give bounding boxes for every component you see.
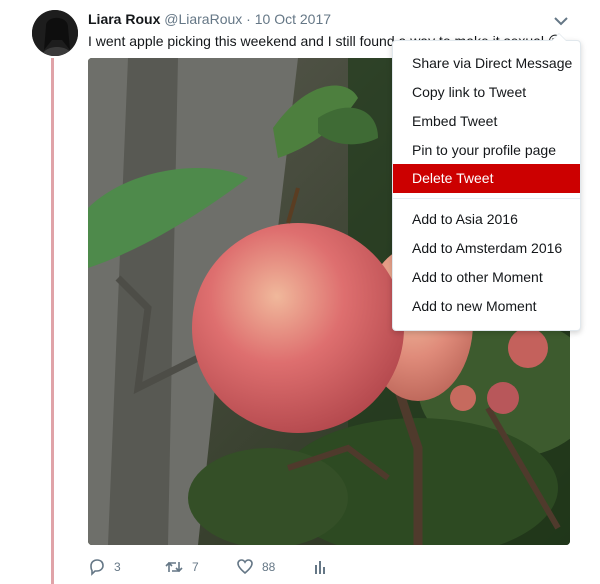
- menu-caret: [551, 33, 567, 41]
- menu-item-pin[interactable]: Pin to your profile page: [393, 136, 580, 165]
- tweet-actions-menu: Share via Direct Message Copy link to Tw…: [392, 33, 581, 331]
- tweet-header: Liara Roux @LiaraRoux · 10 Oct 2017: [88, 11, 331, 27]
- reply-button[interactable]: 3: [88, 558, 148, 576]
- tweet-actions: 3 7 88: [88, 556, 327, 578]
- retweet-icon: [164, 558, 184, 576]
- like-count: 88: [262, 560, 276, 574]
- reply-icon: [88, 558, 106, 576]
- thread-line: [51, 58, 54, 584]
- menu-item-share-dm[interactable]: Share via Direct Message: [393, 49, 580, 78]
- menu-divider: [393, 198, 580, 199]
- menu-item-add-new-moment[interactable]: Add to new Moment: [393, 292, 580, 321]
- analytics-button[interactable]: [313, 559, 327, 575]
- chevron-down-icon[interactable]: [552, 14, 570, 28]
- separator-dot: ·: [246, 11, 251, 27]
- menu-item-add-other-moment[interactable]: Add to other Moment: [393, 263, 580, 292]
- menu-item-delete[interactable]: Delete Tweet: [393, 164, 580, 193]
- author-handle[interactable]: @LiaraRoux: [164, 11, 242, 27]
- menu-item-embed[interactable]: Embed Tweet: [393, 107, 580, 136]
- bar-chart-icon: [313, 559, 327, 575]
- menu-item-add-amsterdam-2016[interactable]: Add to Amsterdam 2016: [393, 234, 580, 263]
- menu-item-copy-link[interactable]: Copy link to Tweet: [393, 78, 580, 107]
- reply-count: 3: [114, 560, 121, 574]
- retweet-count: 7: [192, 560, 199, 574]
- avatar[interactable]: [32, 10, 78, 56]
- heart-icon: [236, 558, 254, 576]
- author-name[interactable]: Liara Roux: [88, 11, 160, 27]
- retweet-button[interactable]: 7: [164, 558, 234, 576]
- tweet-date[interactable]: 10 Oct 2017: [255, 11, 331, 27]
- menu-item-add-asia-2016[interactable]: Add to Asia 2016: [393, 205, 580, 234]
- like-button[interactable]: 88: [236, 558, 316, 576]
